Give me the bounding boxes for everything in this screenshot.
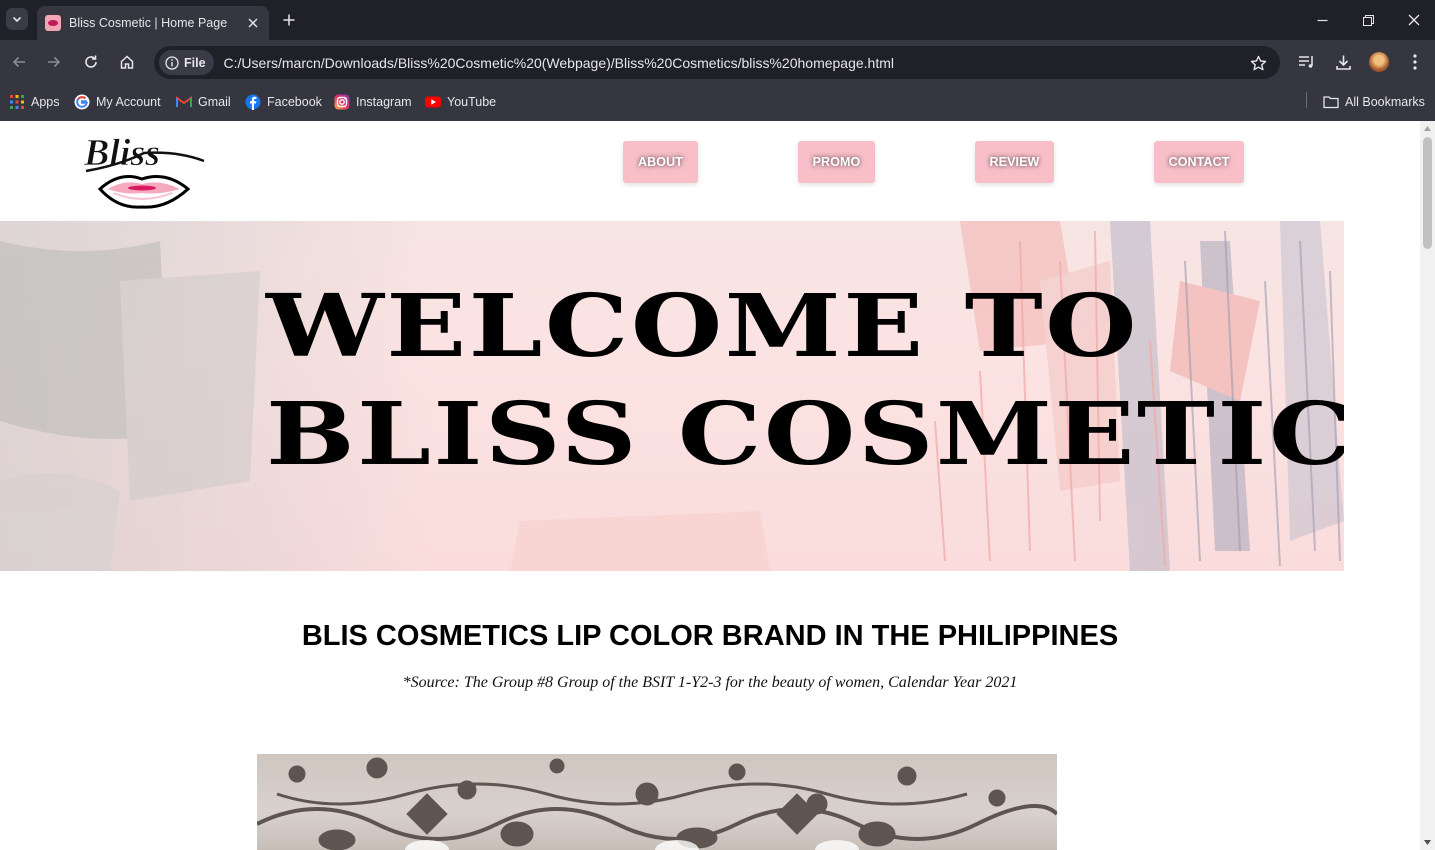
tab-title: Bliss Cosmetic | Home Page — [69, 16, 228, 30]
bookmark-star-button[interactable] — [1248, 53, 1268, 73]
product-photo — [257, 754, 1057, 850]
nav-promo-button[interactable]: PROMO — [798, 141, 875, 183]
download-icon — [1335, 55, 1351, 70]
hero-banner: WELCOME TO BLISS COSMETICS — [0, 221, 1344, 571]
bookmarks-divider — [1306, 92, 1307, 108]
hero-line-1: WELCOME TO — [266, 276, 1139, 377]
scroll-down-arrow[interactable] — [1423, 838, 1432, 846]
url-text[interactable]: C:/Users/marcn/Downloads/Bliss%20Cosmeti… — [224, 55, 894, 71]
arrow-left-icon — [12, 56, 25, 68]
gmail-icon — [176, 94, 192, 110]
active-tab[interactable]: Bliss Cosmetic | Home Page — [37, 6, 269, 40]
nav-review-button[interactable]: REVIEW — [975, 141, 1054, 183]
triangle-down-icon — [1424, 839, 1431, 845]
back-button[interactable] — [7, 50, 31, 74]
bookmark-label: Instagram — [356, 95, 412, 109]
address-bar[interactable]: File C:/Users/marcn/Downloads/Bliss%20Co… — [154, 46, 1280, 79]
bookmark-apps[interactable]: Apps — [9, 92, 60, 112]
bookmark-my-account[interactable]: My Account — [74, 92, 161, 112]
bliss-logo[interactable]: Bliss — [80, 131, 210, 209]
bookmark-instagram[interactable]: Instagram — [334, 92, 412, 112]
apps-grid-icon — [9, 94, 25, 110]
home-icon — [120, 55, 134, 69]
profile-button[interactable] — [1368, 51, 1390, 73]
close-tab-button[interactable] — [243, 13, 263, 33]
bookmark-youtube[interactable]: YouTube — [425, 92, 496, 112]
bookmark-label: Gmail — [198, 95, 231, 109]
google-icon — [74, 94, 90, 110]
downloads-button[interactable] — [1332, 51, 1354, 73]
star-icon — [1250, 55, 1266, 70]
bookmark-label: Apps — [31, 95, 60, 109]
page-viewport: Bliss ABOUT PROMO REVIEW CONTACT WELCOME… — [0, 121, 1420, 850]
restore-icon — [1362, 14, 1374, 26]
bookmark-gmail[interactable]: Gmail — [176, 92, 231, 112]
triangle-up-icon — [1424, 125, 1431, 131]
floral-pattern — [257, 757, 1057, 850]
nav-contact-button[interactable]: CONTACT — [1154, 141, 1244, 183]
arrow-right-icon — [48, 56, 61, 68]
tab-strip: Bliss Cosmetic | Home Page — [0, 0, 1435, 40]
reading-list-button[interactable] — [1296, 51, 1318, 73]
home-button[interactable] — [115, 50, 139, 74]
scroll-up-arrow[interactable] — [1423, 124, 1432, 132]
all-bookmarks-button[interactable]: All Bookmarks — [1323, 92, 1425, 112]
reload-button[interactable] — [79, 50, 103, 74]
bookmark-label: All Bookmarks — [1345, 95, 1425, 109]
new-tab-button[interactable] — [278, 9, 300, 31]
more-vertical-icon — [1413, 54, 1417, 70]
info-icon — [165, 55, 179, 70]
source-note: *Source: The Group #8 Group of the BSIT … — [402, 674, 1018, 691]
bookmark-label: My Account — [96, 95, 161, 109]
site-info-label: File — [184, 55, 206, 70]
browser-toolbar: File C:/Users/marcn/Downloads/Bliss%20Co… — [0, 40, 1435, 84]
instagram-icon — [334, 94, 350, 110]
bookmark-label: Facebook — [267, 95, 322, 109]
hero-line-2: BLISS COSMETICS — [266, 384, 1344, 485]
lips-favicon-icon — [45, 15, 61, 31]
site-info-chip[interactable]: File — [159, 50, 214, 75]
media-list-icon — [1299, 56, 1313, 68]
folder-icon — [1323, 94, 1339, 110]
plus-icon — [283, 14, 295, 26]
bookmark-label: YouTube — [447, 95, 497, 109]
nav-about-button[interactable]: ABOUT — [623, 141, 698, 183]
youtube-icon — [425, 94, 441, 110]
forward-button[interactable] — [42, 50, 66, 74]
reload-icon — [85, 55, 97, 68]
facebook-icon — [245, 94, 261, 110]
section-heading: BLIS COSMETICS LIP COLOR BRAND IN THE PH… — [301, 620, 1119, 652]
bookmarks-bar: Apps My Account Gmail Facebook Instagram… — [0, 84, 1435, 121]
close-icon — [1408, 14, 1420, 26]
hero-title: WELCOME TO BLISS COSMETICS — [266, 273, 1344, 489]
close-icon — [248, 18, 258, 28]
scroll-thumb[interactable] — [1423, 137, 1432, 249]
minimize-icon — [1317, 19, 1327, 21]
close-window-button[interactable] — [1391, 0, 1435, 40]
browser-menu-button[interactable] — [1404, 51, 1426, 73]
minimize-button[interactable] — [1299, 0, 1345, 40]
restore-button[interactable] — [1345, 0, 1391, 40]
avatar — [1369, 52, 1389, 72]
tab-search-button[interactable] — [6, 8, 28, 30]
page-scrollbar[interactable] — [1420, 121, 1435, 850]
chevron-down-icon — [12, 16, 22, 23]
bookmark-facebook[interactable]: Facebook — [245, 92, 322, 112]
